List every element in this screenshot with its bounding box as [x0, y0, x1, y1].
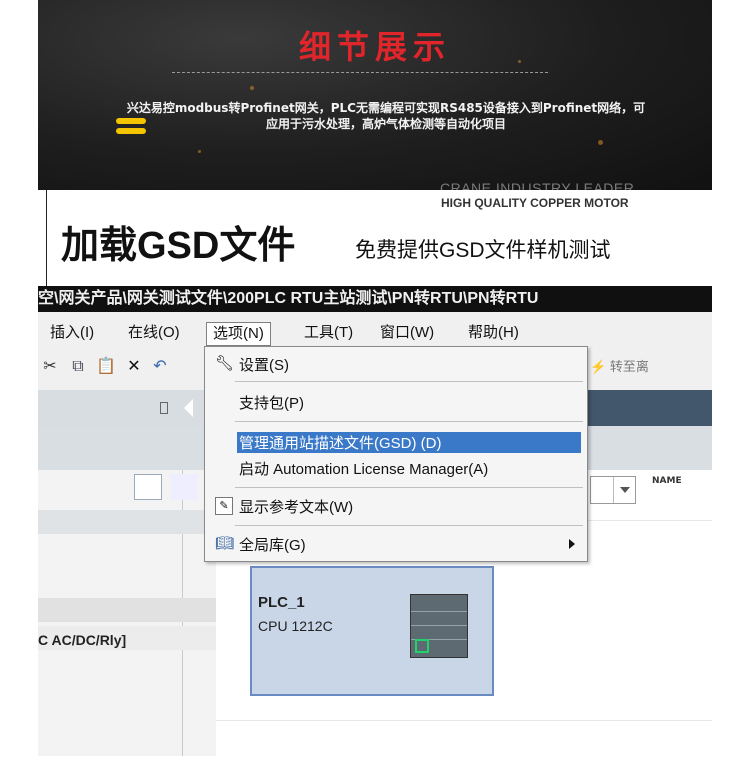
spark-dot — [598, 140, 603, 145]
text-reference-icon: ✎ — [215, 497, 233, 515]
go-offline-button[interactable]: ⚡ 转至离 — [590, 356, 649, 375]
menu-help[interactable]: 帮助(H) — [466, 322, 521, 346]
menu-item-reference-text[interactable]: ✎ 显示参考文本(W) — [205, 493, 587, 519]
promo-banner: 细节展示 兴达易控modbus转Profinet网关，PLC无需编程可实现RS4… — [38, 0, 712, 190]
connection-icon: ⚡ — [590, 359, 607, 374]
plc-device-block[interactable]: PLC_1 CPU 1212C — [250, 566, 494, 696]
list-item[interactable] — [38, 598, 216, 622]
plc-module-icon — [410, 594, 468, 658]
strip-note: 免费提供GSD文件样机测试 — [355, 239, 611, 262]
banner-title: 细节展示 — [298, 28, 451, 66]
menu-separator — [235, 487, 583, 488]
menu-separator — [235, 421, 583, 422]
menu-online[interactable]: 在线(O) — [126, 322, 182, 346]
name-tag-icon[interactable]: NAME — [652, 476, 682, 502]
plc-name: PLC_1 — [258, 594, 305, 611]
menu-separator — [235, 525, 583, 526]
project-path-bar: 空\网关产品\网关测试文件\200PLC RTU主站测试\PN转RTU\PN转R… — [38, 286, 712, 312]
menu-item-manage-gsd[interactable]: 管理通用站描述文件(GSD) (D) — [205, 429, 587, 455]
strip-subtitle: HIGH QUALITY COPPER MOTOR — [441, 196, 629, 210]
menu-item-global-libraries[interactable]: 📖︎ 全局库(G) — [205, 531, 587, 557]
zoom-select[interactable] — [590, 476, 636, 504]
banner-ghost-text: CRANE INDUSTRY LEADER — [440, 180, 635, 190]
panel-grip-icon[interactable] — [160, 402, 168, 414]
device-type-label: C AC/DC/Rly] — [38, 632, 127, 648]
status-led-icon — [415, 639, 429, 653]
submenu-arrow-icon — [569, 539, 575, 549]
undo-icon[interactable]: ↶ — [150, 356, 170, 376]
go-offline-label: 转至离 — [609, 359, 649, 374]
plc-model: CPU 1212C — [258, 618, 333, 634]
menu-item-support-packages[interactable]: 支持包(P) — [205, 389, 587, 415]
book-icon: 📖︎ — [215, 535, 235, 552]
tab-left-area — [38, 390, 208, 426]
title-divider — [172, 72, 548, 73]
delete-icon[interactable]: ✕ — [124, 356, 144, 376]
table-view-icon[interactable] — [170, 474, 198, 500]
copy-icon[interactable]: ⧉ — [68, 356, 88, 376]
banner-description: 兴达易控modbus转Profinet网关，PLC无需编程可实现RS485设备接… — [126, 101, 646, 131]
menu-tools[interactable]: 工具(T) — [302, 322, 355, 346]
menu-bar: 插入(I) 在线(O) 选项(N) 工具(T) 窗口(W) 帮助(H) — [38, 320, 712, 348]
strip-headline: 加载GSD文件 — [61, 225, 296, 267]
network-view-icon[interactable] — [134, 474, 162, 500]
wrench-icon: 🔧︎ — [215, 355, 235, 372]
menu-options[interactable]: 选项(N) — [206, 322, 271, 346]
spark-dot — [250, 86, 254, 90]
left-pane-header — [38, 510, 216, 534]
left-pane — [38, 470, 216, 756]
menu-item-settings[interactable]: 🔧︎ 设置(S) — [205, 351, 587, 377]
options-dropdown-menu: 🔧︎ 设置(S) 支持包(P) 管理通用站描述文件(GSD) (D) 启动 Au… — [204, 346, 588, 562]
menu-window[interactable]: 窗口(W) — [378, 322, 436, 346]
headline-strip: HIGH QUALITY COPPER MOTOR 加载GSD文件 免费提供GS… — [46, 190, 712, 286]
grid-line — [216, 720, 712, 721]
menu-item-license-manager[interactable]: 启动 Automation License Manager(A) — [205, 455, 587, 481]
menu-insert[interactable]: 插入(I) — [48, 322, 96, 346]
spark-dot — [198, 150, 201, 153]
collapse-arrow-icon[interactable] — [184, 399, 193, 417]
paste-icon[interactable]: 📋 — [96, 356, 116, 376]
menu-separator — [235, 381, 583, 382]
chevron-down-icon[interactable] — [613, 477, 635, 503]
cut-icon[interactable]: ✂ — [40, 356, 60, 376]
